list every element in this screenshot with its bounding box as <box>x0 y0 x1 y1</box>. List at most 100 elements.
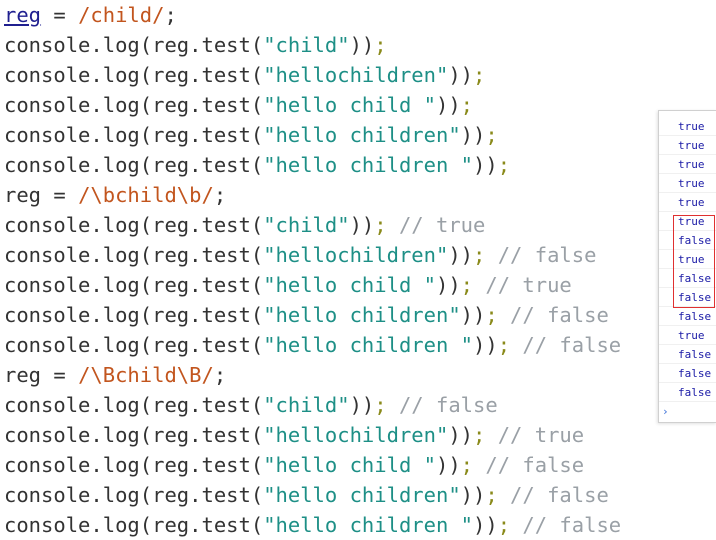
string-literal: "hello child " <box>263 453 436 477</box>
statement-end: ; <box>497 333 511 357</box>
code-line[interactable]: console.log(reg.test("hellochildren")); … <box>4 420 716 450</box>
call-expression: console.log(reg.test( <box>4 513 264 537</box>
string-literal: "hello children " <box>263 513 474 537</box>
code-line[interactable]: reg = /\Bchild\B/; <box>4 360 716 390</box>
call-expression: console.log(reg.test( <box>4 483 264 507</box>
call-close: )) <box>473 333 498 357</box>
code-comment: // false <box>497 303 609 327</box>
string-literal: "hello children" <box>263 483 461 507</box>
console-output-row: true <box>659 117 716 136</box>
statement-end: ; <box>485 303 498 327</box>
call-expression: console.log(reg.test( <box>4 153 264 177</box>
variable-name: reg <box>4 363 42 387</box>
call-expression: console.log(reg.test( <box>4 423 264 447</box>
code-comment: // false <box>510 333 622 357</box>
code-comment: // true <box>386 213 486 237</box>
string-literal: "hellochildren" <box>263 63 449 87</box>
string-literal: "hellochildren" <box>263 423 449 447</box>
statement-end: ; <box>374 213 387 237</box>
call-close: )) <box>435 273 461 297</box>
code-line[interactable]: console.log(reg.test("hello children"));… <box>4 300 716 330</box>
call-close: )) <box>349 213 375 237</box>
string-literal: "child" <box>263 33 350 57</box>
call-expression: console.log(reg.test( <box>4 243 264 267</box>
console-output-row: true <box>659 326 716 345</box>
statement-end: ; <box>460 93 474 117</box>
code-line[interactable]: console.log(reg.test("hello child ")); /… <box>4 450 716 480</box>
call-expression: console.log(reg.test( <box>4 93 264 117</box>
call-expression: console.log(reg.test( <box>4 453 264 477</box>
string-literal: "child" <box>263 213 350 237</box>
call-expression: console.log(reg.test( <box>4 33 264 57</box>
console-output-row: false <box>659 383 716 402</box>
call-expression: console.log(reg.test( <box>4 393 264 417</box>
console-output-row: true <box>659 136 716 155</box>
code-editor[interactable]: reg = /child/; console.log(reg.test("chil… <box>4 0 716 540</box>
statement-end: ; <box>460 273 474 297</box>
code-line[interactable]: console.log(reg.test("hello children "))… <box>4 150 716 180</box>
console-output-row: false <box>659 364 716 383</box>
call-expression: console.log(reg.test( <box>4 63 264 87</box>
string-literal: "hello children " <box>263 333 474 357</box>
assign-operator: = <box>41 363 79 387</box>
console-output-row: true <box>659 174 716 193</box>
statement-end: ; <box>213 183 227 207</box>
code-line[interactable]: console.log(reg.test("hello children "))… <box>4 510 716 540</box>
string-literal: "child" <box>263 393 350 417</box>
string-literal: "hello children" <box>263 303 461 327</box>
code-comment: // true <box>485 423 585 447</box>
code-line[interactable]: console.log(reg.test("hello child ")); <box>4 90 716 120</box>
statement-end: ; <box>164 3 177 27</box>
highlight-annotation-box <box>673 215 715 308</box>
variable-name: reg <box>4 3 42 27</box>
code-line[interactable]: console.log(reg.test("hellochildren")); … <box>4 240 716 270</box>
call-close: )) <box>448 243 474 267</box>
code-line[interactable]: reg = /\bchild\b/; <box>4 180 716 210</box>
call-close: )) <box>448 63 474 87</box>
statement-end: ; <box>473 63 486 87</box>
console-output-row: false <box>659 345 716 364</box>
call-close: )) <box>349 33 375 57</box>
call-close: )) <box>448 423 474 447</box>
call-close: )) <box>460 303 486 327</box>
statement-end: ; <box>497 153 511 177</box>
statement-end: ; <box>485 483 498 507</box>
assign-operator: = <box>41 183 79 207</box>
call-close: )) <box>349 393 375 417</box>
regex-literal: /child/ <box>78 3 165 27</box>
code-comment: // false <box>510 513 622 537</box>
string-literal: "hellochildren" <box>263 243 449 267</box>
code-line[interactable]: console.log(reg.test("hellochildren")); <box>4 60 716 90</box>
call-expression: console.log(reg.test( <box>4 303 264 327</box>
code-line[interactable]: console.log(reg.test("hello children")); <box>4 120 716 150</box>
console-output-row: false <box>659 307 716 326</box>
call-close: )) <box>435 93 461 117</box>
code-line[interactable]: console.log(reg.test("child")); // true <box>4 210 716 240</box>
code-comment: // false <box>386 393 498 417</box>
statement-end: ; <box>473 243 486 267</box>
regex-literal: /\bchild\b/ <box>78 183 214 207</box>
code-comment: // false <box>485 243 597 267</box>
call-close: )) <box>435 453 461 477</box>
string-literal: "hello child " <box>263 273 436 297</box>
console-output-row: true <box>659 155 716 174</box>
code-line[interactable]: console.log(reg.test("hello child ")); /… <box>4 270 716 300</box>
code-line[interactable]: console.log(reg.test("hello children "))… <box>4 330 716 360</box>
call-expression: console.log(reg.test( <box>4 123 264 147</box>
console-output-row: true <box>659 193 716 212</box>
call-close: )) <box>460 483 486 507</box>
string-literal: "hello child " <box>263 93 436 117</box>
call-close: )) <box>460 123 486 147</box>
call-close: )) <box>473 513 498 537</box>
code-line[interactable]: console.log(reg.test("child")); <box>4 30 716 60</box>
code-line[interactable]: reg = /child/; <box>4 0 716 30</box>
statement-end: ; <box>460 453 474 477</box>
code-line[interactable]: console.log(reg.test("hello children"));… <box>4 480 716 510</box>
call-expression: console.log(reg.test( <box>4 333 264 357</box>
statement-end: ; <box>473 423 486 447</box>
code-line[interactable]: console.log(reg.test("child")); // false <box>4 390 716 420</box>
statement-end: ; <box>374 33 387 57</box>
call-expression: console.log(reg.test( <box>4 213 264 237</box>
variable-name: reg <box>4 183 42 207</box>
console-prompt-icon[interactable]: › <box>662 405 669 418</box>
